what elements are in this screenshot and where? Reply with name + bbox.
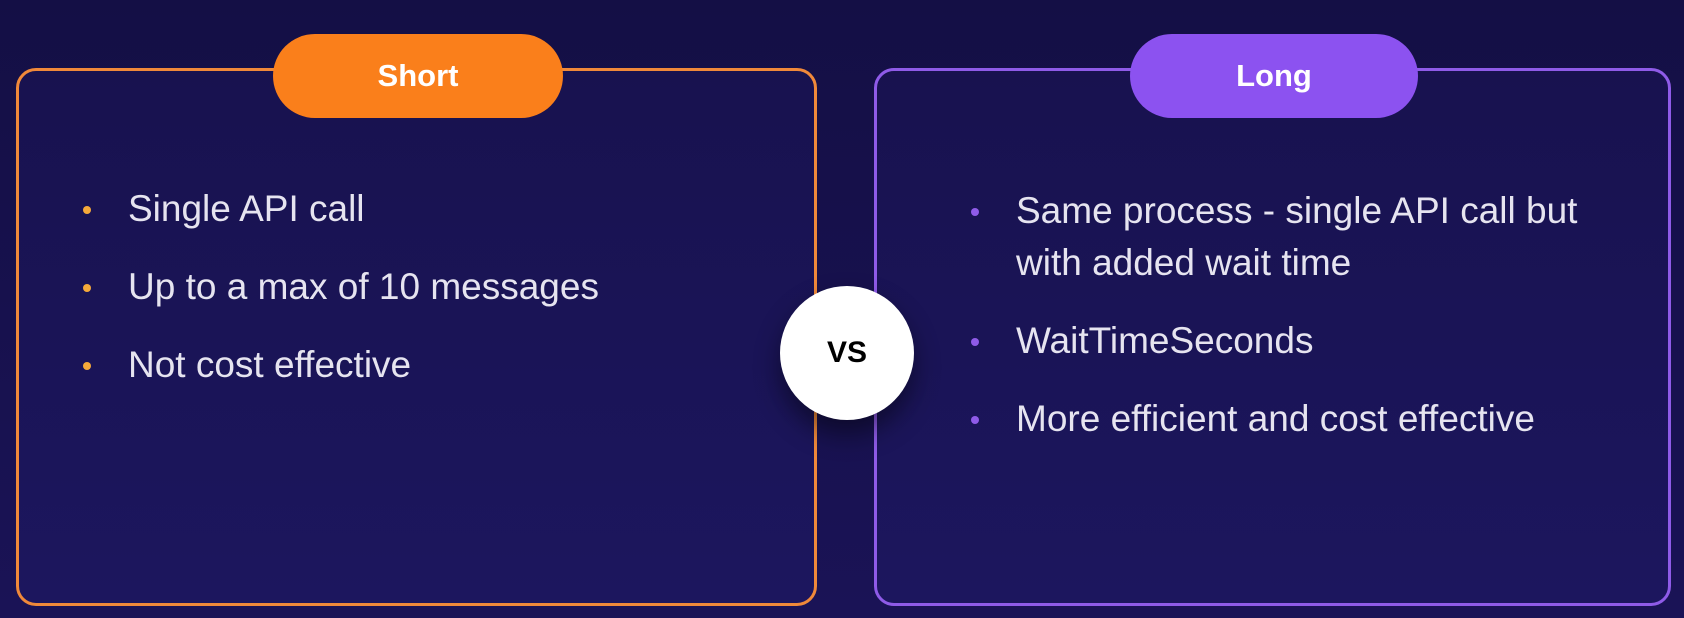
long-bullet-list: Same process - single API call but with … bbox=[971, 185, 1591, 471]
list-item: Up to a max of 10 messages bbox=[83, 261, 783, 313]
long-title-badge: Long bbox=[1130, 34, 1418, 118]
list-item-text: WaitTimeSeconds bbox=[1016, 320, 1314, 361]
list-item-text: Single API call bbox=[128, 188, 365, 229]
list-item: More efficient and cost effective bbox=[971, 393, 1591, 445]
long-polling-card: Long Same process - single API call but … bbox=[874, 34, 1671, 606]
list-item-text: Up to a max of 10 messages bbox=[128, 266, 599, 307]
short-bullet-list: Single API call Up to a max of 10 messag… bbox=[83, 183, 783, 417]
vs-badge: VS bbox=[780, 286, 914, 420]
short-polling-card: Short Single API call Up to a max of 10 … bbox=[16, 34, 817, 606]
list-item-text: More efficient and cost effective bbox=[1016, 398, 1535, 439]
list-item-text: Same process - single API call but with … bbox=[1016, 190, 1578, 283]
list-item: WaitTimeSeconds bbox=[971, 315, 1591, 367]
bullet-dot-icon bbox=[83, 206, 91, 214]
list-item: Not cost effective bbox=[83, 339, 783, 391]
list-item: Single API call bbox=[83, 183, 783, 235]
list-item-text: Not cost effective bbox=[128, 344, 412, 385]
list-item: Same process - single API call but with … bbox=[971, 185, 1591, 289]
bullet-dot-icon bbox=[971, 338, 979, 346]
short-title-badge: Short bbox=[273, 34, 563, 118]
bullet-dot-icon bbox=[971, 208, 979, 216]
bullet-dot-icon bbox=[83, 362, 91, 370]
bullet-dot-icon bbox=[971, 416, 979, 424]
bullet-dot-icon bbox=[83, 284, 91, 292]
